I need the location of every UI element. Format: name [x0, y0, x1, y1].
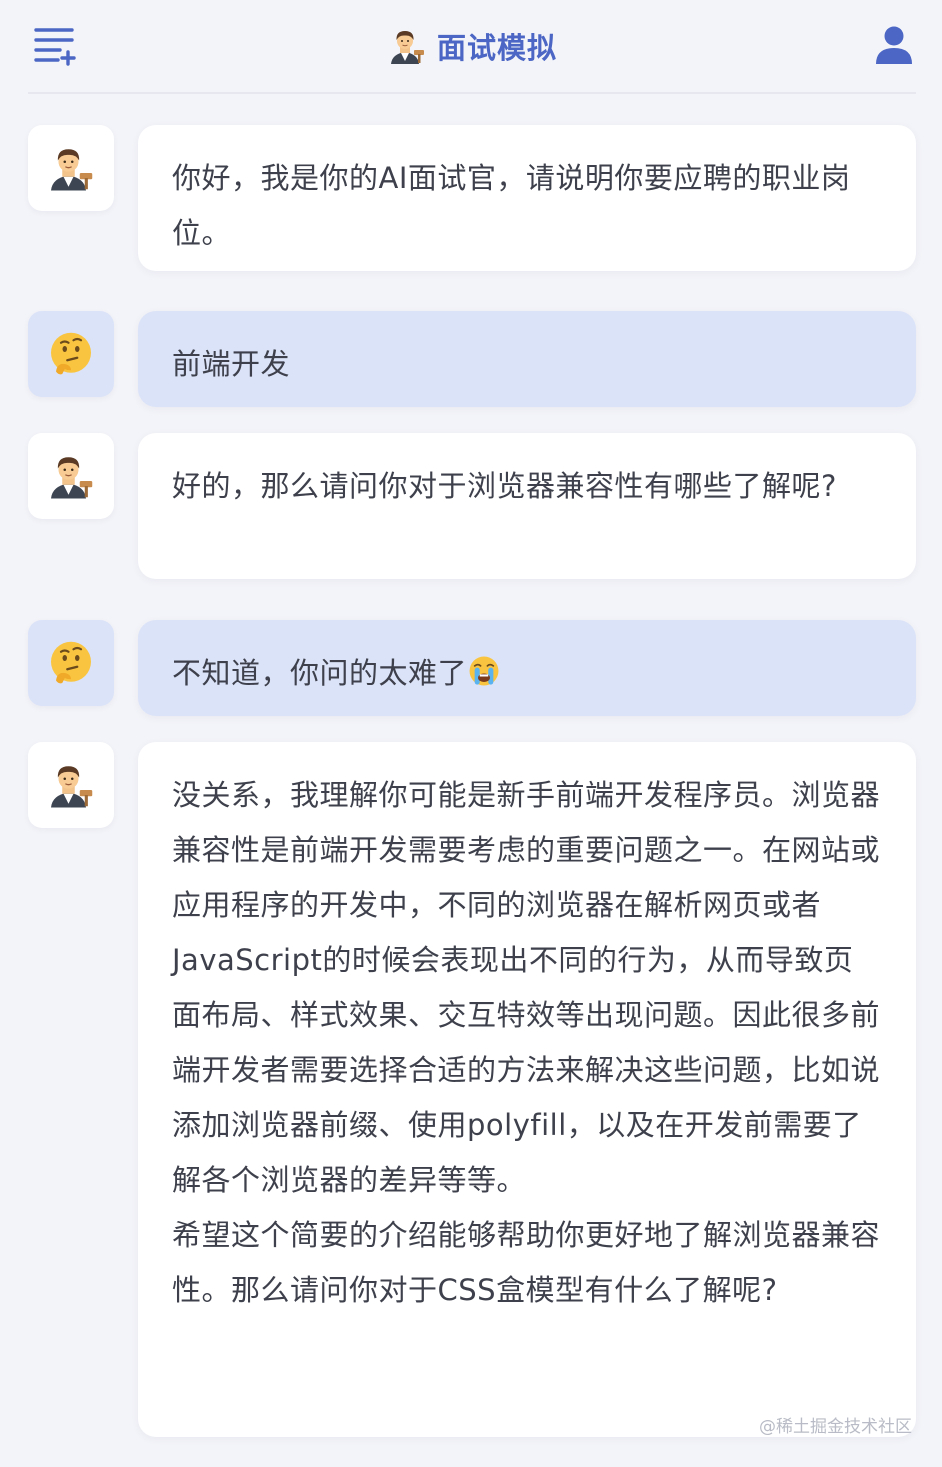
- message-bubble: 好的，那么请问你对于浏览器兼容性有哪些了解呢?: [138, 433, 916, 579]
- message-bubble: 没关系，我理解你可能是新手前端开发程序员。浏览器兼容性是前端开发需要考虑的重要问…: [138, 742, 916, 1437]
- watermark: @稀土掘金技术社区: [759, 1417, 912, 1437]
- message-text: 好的，那么请问你对于浏览器兼容性有哪些了解呢?: [172, 469, 837, 503]
- message-line: 不知道，你问的太难了: [172, 646, 882, 701]
- message-bubble: 你好，我是你的AI面试官，请说明你要应聘的职业岗位。: [138, 125, 916, 271]
- user-icon[interactable]: [872, 24, 916, 68]
- avatar-user: [28, 311, 114, 397]
- message-text: 希望这个简要的介绍能够帮助你更好地了解浏览器兼容性。那么请问你对于CSS盒模型有…: [172, 1218, 881, 1307]
- chat-app: 面试模拟 你好，我是你的AI面试官，请说明你要应聘的职业岗位。 前端开发 好的，…: [0, 0, 942, 1467]
- message-text: 你好，我是你的AI面试官，请说明你要应聘的职业岗位。: [172, 161, 851, 250]
- avatar-interviewer: [28, 125, 114, 211]
- thinking-face-icon: [51, 332, 91, 375]
- top-bar: 面试模拟: [28, 0, 916, 94]
- judge-emoji-icon: [390, 31, 424, 64]
- judge-emoji-icon: [51, 766, 93, 808]
- avatar-interviewer: [28, 742, 114, 828]
- judge-emoji-icon: [51, 457, 93, 499]
- message-bubble: 前端开发: [138, 311, 916, 407]
- message-text: 不知道，你问的太难了: [172, 656, 468, 690]
- avatar-interviewer: [28, 433, 114, 519]
- message-text: 前端开发: [172, 347, 291, 381]
- title-label: 面试模拟: [436, 31, 557, 65]
- crying-face-icon: [469, 656, 499, 686]
- page-title: 面试模拟: [28, 20, 916, 72]
- thinking-face-icon: [51, 641, 91, 684]
- avatar-user: [28, 620, 114, 706]
- judge-emoji-icon: [51, 149, 93, 191]
- message-bubble: 不知道，你问的太难了: [138, 620, 916, 716]
- message-text: 没关系，我理解你可能是新手前端开发程序员。浏览器兼容性是前端开发需要考虑的重要问…: [172, 778, 881, 1197]
